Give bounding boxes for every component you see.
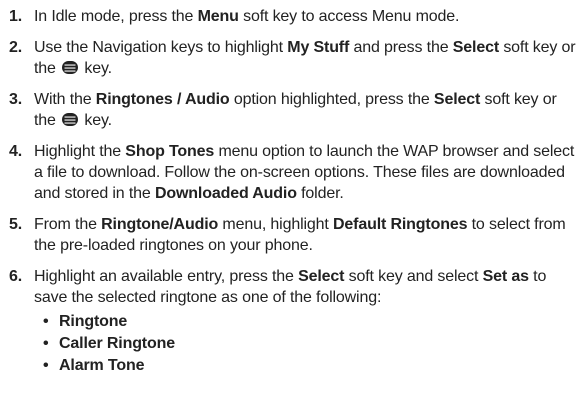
- step-text: In Idle mode, press the Menu soft key to…: [34, 6, 579, 27]
- bullet-icon: •: [43, 357, 49, 374]
- select-key-icon: [61, 112, 79, 127]
- step-text: Highlight an available entry, press the …: [34, 266, 579, 377]
- step-text-segment: With the: [34, 91, 96, 108]
- bold-term: Select: [452, 39, 500, 56]
- step-text-segment: From the: [34, 216, 102, 233]
- step-text-segment: key.: [80, 60, 112, 77]
- step-number: 5.: [9, 216, 23, 233]
- step-text-segment: Highlight an available entry, press the: [34, 268, 299, 285]
- bullet-icon: •: [43, 335, 49, 352]
- step-text-segment: option highlighted, press the: [229, 91, 434, 108]
- instruction-document: 1. In Idle mode, press the Menu soft key …: [0, 0, 587, 407]
- bold-term: Default Ringtones: [332, 216, 468, 233]
- step-number: 4.: [9, 143, 23, 160]
- bold-term: Downloaded Audio: [154, 185, 297, 202]
- step-text-segment: soft key to access Menu mode.: [238, 8, 460, 25]
- step-number: 6.: [9, 268, 23, 285]
- option-label: Alarm Tone: [59, 357, 145, 374]
- step-4: 4. Highlight the Shop Tones menu option t…: [9, 141, 579, 204]
- step-2: 2. Use the Navigation keys to highlight M…: [9, 37, 579, 79]
- option-list: • Ringtone • Caller Ringtone • Alarm Tone: [34, 311, 579, 377]
- bold-term: Ringtone/Audio: [101, 216, 219, 233]
- bold-term: Shop Tones: [125, 143, 215, 160]
- option-label: Ringtone: [59, 313, 128, 330]
- bold-term: Ringtones / Audio: [95, 91, 230, 108]
- bold-term: Select: [298, 268, 345, 285]
- select-key-icon: [61, 60, 79, 75]
- bullet-icon: •: [43, 313, 49, 330]
- step-number: 2.: [9, 39, 23, 56]
- step-number: 1.: [9, 8, 23, 25]
- step-text-segment: In Idle mode, press the: [34, 8, 198, 25]
- option-item: • Caller Ringtone: [43, 333, 579, 355]
- bold-term: Menu: [197, 8, 239, 25]
- step-text: Use the Navigation keys to highlight My …: [34, 37, 579, 79]
- bold-term: My Stuff: [287, 39, 350, 56]
- bold-term: Select: [433, 91, 481, 108]
- option-item: • Alarm Tone: [43, 355, 579, 377]
- step-text-segment: Highlight the: [34, 143, 126, 160]
- step-text-segment: soft key and select: [344, 268, 483, 285]
- step-1: 1. In Idle mode, press the Menu soft key …: [9, 6, 579, 27]
- step-number: 3.: [9, 91, 23, 108]
- step-3: 3. With the Ringtones / Audio option high…: [9, 89, 579, 131]
- step-text-segment: key.: [80, 112, 112, 129]
- step-text-segment: folder.: [296, 185, 344, 202]
- bold-term: Set as: [482, 268, 529, 285]
- step-text-segment: Use the Navigation keys to highlight: [34, 39, 288, 56]
- step-text: Highlight the Shop Tones menu option to …: [34, 141, 579, 204]
- step-text: From the Ringtone/Audio menu, highlight …: [34, 214, 579, 256]
- step-5: 5. From the Ringtone/Audio menu, highligh…: [9, 214, 579, 256]
- step-text-segment: menu, highlight: [218, 216, 333, 233]
- step-text-segment: and press the: [349, 39, 453, 56]
- step-6: 6. Highlight an available entry, press th…: [9, 266, 579, 377]
- option-label: Caller Ringtone: [59, 335, 175, 352]
- option-item: • Ringtone: [43, 311, 579, 333]
- step-text: With the Ringtones / Audio option highli…: [34, 89, 579, 131]
